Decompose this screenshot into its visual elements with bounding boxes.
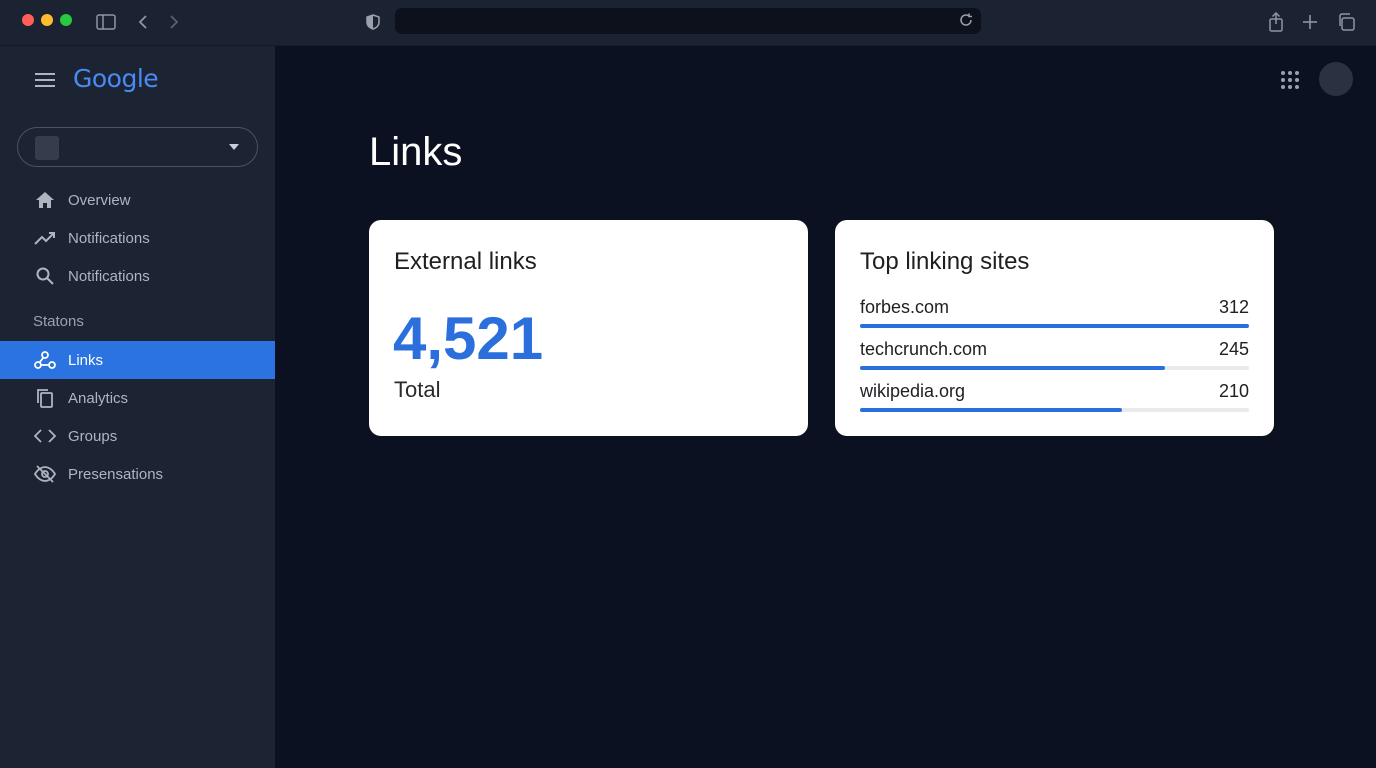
sidebar-item-label: Notifications bbox=[68, 229, 150, 247]
sidebar-item-label: Overview bbox=[68, 191, 131, 209]
progress-fill bbox=[860, 324, 1249, 328]
new-tab-icon[interactable] bbox=[1298, 10, 1322, 34]
sidebar-item-overview[interactable]: Overview bbox=[0, 181, 275, 219]
property-selector[interactable] bbox=[17, 127, 258, 167]
tab-overview-icon[interactable] bbox=[1334, 10, 1358, 34]
zoom-window-button[interactable] bbox=[60, 14, 72, 26]
home-icon bbox=[33, 188, 57, 212]
logo-text: Google bbox=[73, 64, 159, 93]
list-item[interactable]: techcrunch.com 245 bbox=[860, 339, 1249, 370]
sidebar-item-label: Presensations bbox=[68, 465, 164, 483]
card-title: External links bbox=[394, 248, 537, 275]
menu-icon[interactable] bbox=[34, 70, 56, 90]
sidebar: Google Overview Notifications Notificati… bbox=[0, 46, 275, 768]
eye-off-icon bbox=[33, 462, 57, 486]
sidebar-item-links[interactable]: Links bbox=[0, 341, 275, 379]
site-count: 312 bbox=[1218, 297, 1249, 317]
progress-bar bbox=[860, 408, 1249, 412]
sidebar-item-groups[interactable]: Groups bbox=[0, 417, 275, 455]
main-content: Links External links 4,521 Total Top lin… bbox=[275, 46, 1376, 768]
copy-icon bbox=[33, 386, 57, 410]
sidebar-item-notifications-search[interactable]: Notifications bbox=[0, 257, 275, 295]
property-avatar bbox=[35, 136, 59, 160]
privacy-shield-icon[interactable] bbox=[361, 10, 385, 34]
sidebar-item-label: Groups bbox=[68, 427, 118, 445]
progress-bar bbox=[860, 366, 1249, 370]
sidebar-item-analytics[interactable]: Analytics bbox=[0, 379, 275, 417]
reload-icon[interactable] bbox=[959, 13, 973, 32]
chevron-down-icon bbox=[229, 144, 239, 150]
site-count: 210 bbox=[1218, 381, 1249, 401]
progress-fill bbox=[860, 366, 1166, 370]
sidebar-item-notifications-trends[interactable]: Notifications bbox=[0, 219, 275, 257]
page-title: Links bbox=[369, 130, 463, 174]
close-window-button[interactable] bbox=[22, 14, 34, 26]
list-item[interactable]: wikipedia.org 210 bbox=[860, 381, 1249, 412]
card-title: Top linking sites bbox=[860, 248, 1030, 275]
browser-titlebar bbox=[0, 0, 1376, 46]
top-linking-sites-card: Top linking sites forbes.com 312 techcru… bbox=[835, 220, 1274, 436]
google-logo[interactable]: Google bbox=[73, 64, 159, 93]
sidebar-toggle-icon[interactable] bbox=[94, 10, 118, 34]
address-bar[interactable] bbox=[395, 8, 981, 34]
external-links-caption: Total bbox=[394, 377, 441, 402]
code-icon bbox=[33, 424, 57, 448]
back-icon[interactable] bbox=[131, 10, 155, 34]
links-icon bbox=[33, 348, 57, 372]
trending-icon bbox=[33, 226, 57, 250]
minimize-window-button[interactable] bbox=[41, 14, 53, 26]
sidebar-item-label: Links bbox=[68, 351, 104, 369]
site-count: 245 bbox=[1218, 339, 1249, 359]
external-links-total: 4,521 bbox=[393, 305, 544, 372]
search-icon bbox=[33, 264, 57, 288]
site-name: techcrunch.com bbox=[860, 339, 988, 359]
avatar[interactable] bbox=[1319, 62, 1353, 96]
forward-icon[interactable] bbox=[162, 10, 186, 34]
sidebar-item-label: Analytics bbox=[68, 389, 129, 407]
progress-fill bbox=[860, 408, 1122, 412]
site-name: forbes.com bbox=[860, 297, 950, 317]
progress-bar bbox=[860, 324, 1249, 328]
sidebar-item-presentations[interactable]: Presensations bbox=[0, 455, 275, 493]
sidebar-section-label: Statons bbox=[33, 313, 84, 330]
window-controls bbox=[22, 14, 72, 26]
site-name: wikipedia.org bbox=[860, 381, 966, 401]
apps-grid-icon[interactable] bbox=[1281, 71, 1299, 89]
list-item[interactable]: forbes.com 312 bbox=[860, 297, 1249, 328]
share-icon[interactable] bbox=[1264, 10, 1288, 34]
external-links-card: External links 4,521 Total bbox=[369, 220, 808, 436]
sidebar-item-label: Notifications bbox=[68, 267, 150, 285]
